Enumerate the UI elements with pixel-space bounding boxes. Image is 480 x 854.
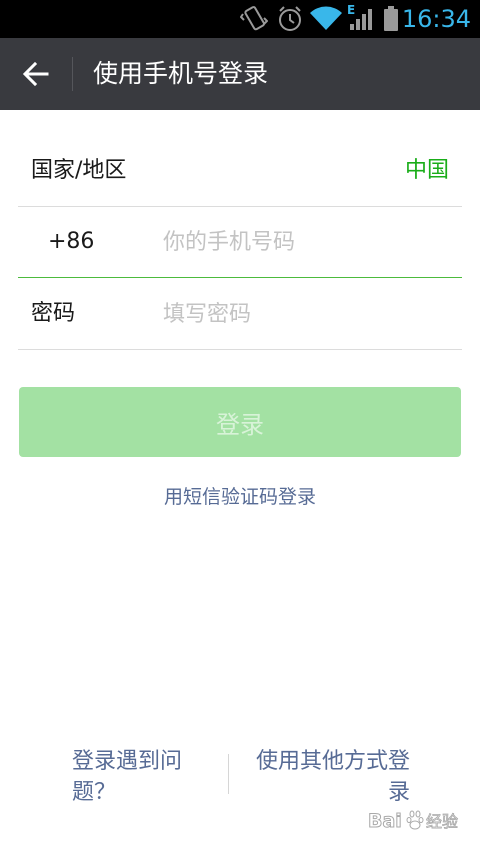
wifi-icon bbox=[310, 6, 342, 30]
password-row: 密码 bbox=[18, 279, 462, 350]
header: 使用手机号登录 bbox=[0, 38, 480, 110]
country-code[interactable]: +86 bbox=[48, 207, 94, 277]
back-arrow-icon bbox=[22, 61, 49, 87]
svg-text:Bai: Bai bbox=[368, 810, 402, 832]
password-input[interactable] bbox=[163, 294, 453, 334]
bottom-divider bbox=[228, 754, 229, 794]
alarm-icon bbox=[279, 6, 301, 31]
status-time: 16:34 bbox=[401, 5, 471, 33]
header-divider bbox=[72, 57, 73, 91]
baidu-watermark: Bai 经验 bbox=[368, 806, 464, 834]
phone-row: +86 bbox=[18, 207, 462, 278]
password-label: 密码 bbox=[31, 301, 76, 326]
login-button[interactable]: 登录 bbox=[19, 387, 461, 457]
region-row[interactable]: 国家/地区 中国 bbox=[18, 136, 462, 207]
status-bar: E 16:34 bbox=[0, 0, 480, 38]
region-value[interactable]: 中国 bbox=[405, 136, 449, 206]
vibrate-icon bbox=[240, 6, 268, 31]
region-label: 国家/地区 bbox=[31, 158, 127, 183]
other-login-methods-link[interactable]: 使用其他方式登录 bbox=[238, 746, 410, 808]
phone-input[interactable] bbox=[163, 222, 453, 262]
back-button[interactable] bbox=[0, 38, 72, 110]
svg-text:经验: 经验 bbox=[426, 812, 458, 831]
signal-icon bbox=[350, 9, 372, 30]
page-title: 使用手机号登录 bbox=[93, 59, 269, 88]
battery-icon bbox=[384, 6, 398, 31]
login-problem-link[interactable]: 登录遇到问题？ bbox=[72, 746, 212, 808]
baidu-logo-icon: Bai 经验 bbox=[368, 810, 458, 833]
sms-login-link[interactable]: 用短信验证码登录 bbox=[0, 482, 480, 509]
